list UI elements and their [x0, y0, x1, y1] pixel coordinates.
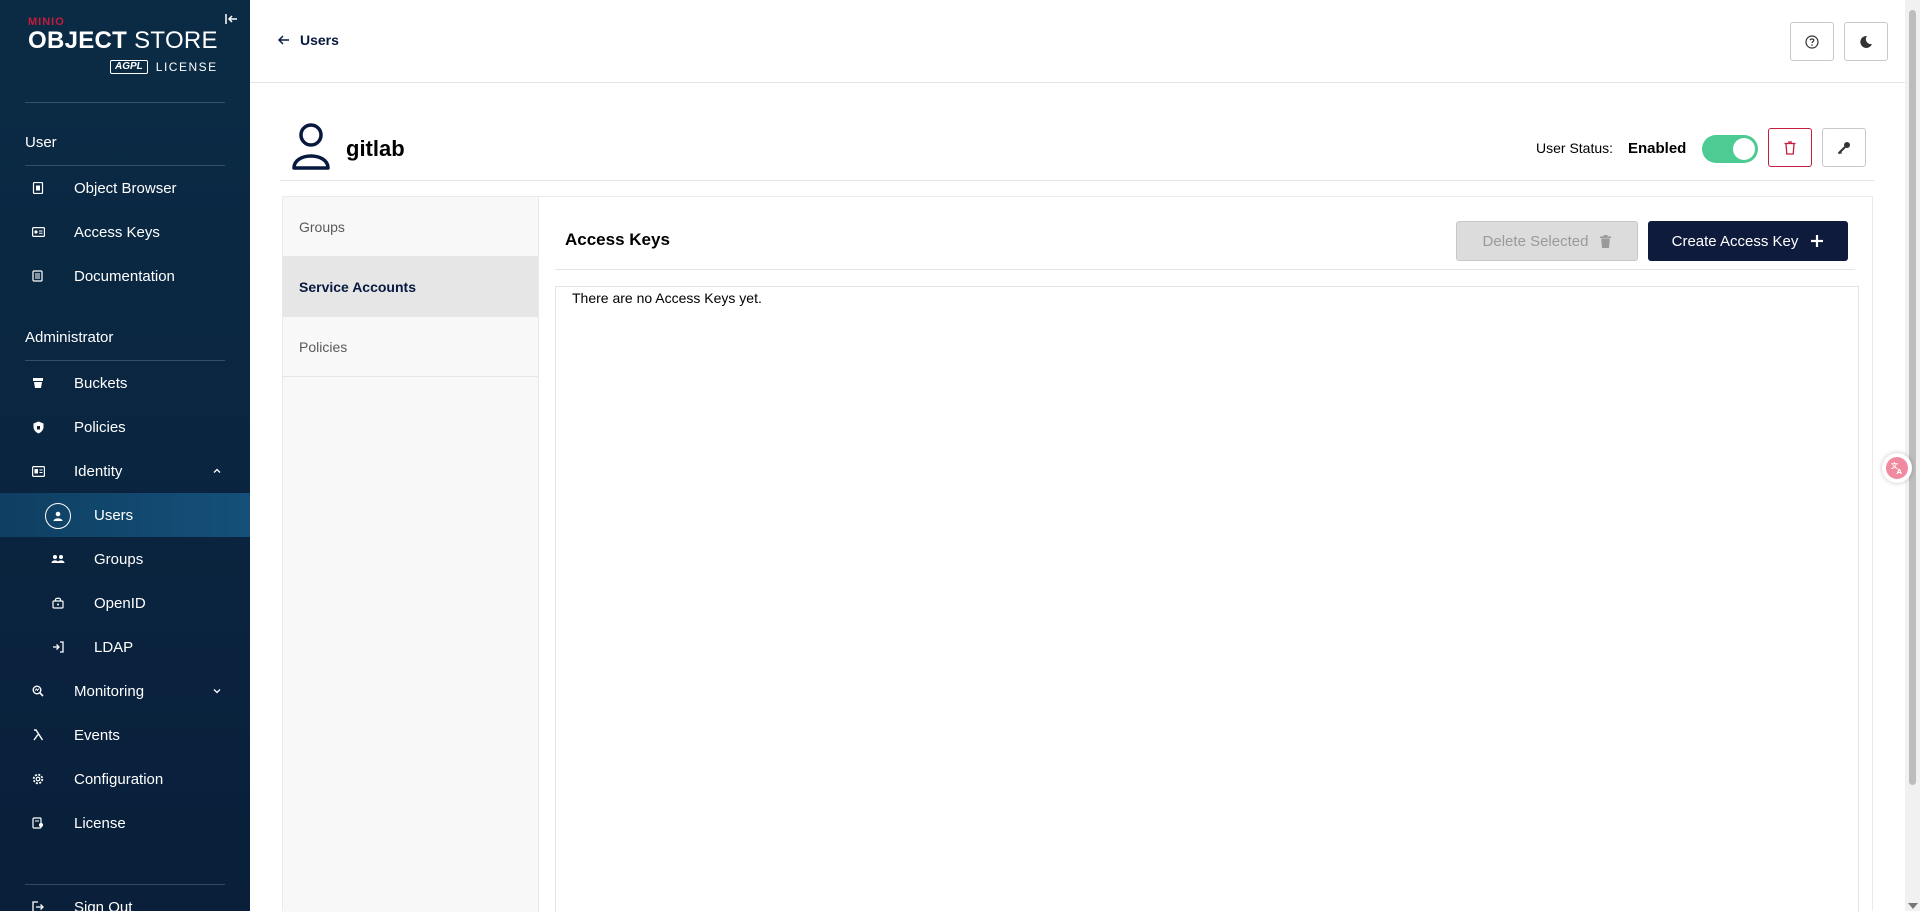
identity-icon	[30, 463, 46, 479]
tab-policies[interactable]: Policies	[283, 317, 538, 377]
sidebar-item-openid[interactable]: OpenID	[0, 581, 250, 625]
sidebar-item-label: Access Keys	[74, 223, 160, 241]
sidebar-item-label: Monitoring	[74, 682, 145, 700]
documentation-icon	[30, 268, 46, 284]
sidebar-item-label: Sign Out	[74, 898, 133, 912]
scroll-down-arrow-icon[interactable]	[1908, 903, 1918, 909]
logo-product-text: OBJECT STORE	[28, 28, 228, 54]
section-title: Access Keys	[565, 230, 670, 249]
sign-out-icon	[30, 899, 46, 911]
section-administrator: Administrator	[25, 329, 114, 346]
user-status-toggle[interactable]	[1702, 135, 1758, 163]
sidebar-item-policies[interactable]: Policies	[0, 405, 250, 449]
scrollbar-thumb[interactable]	[1909, 10, 1916, 785]
user-status-label: User Status:	[1536, 140, 1614, 156]
key-icon	[1837, 141, 1850, 154]
logo-license: AGPL LICENSE	[110, 60, 218, 74]
sidebar-item-configuration[interactable]: Configuration	[0, 757, 250, 801]
logo-agpl: AGPL	[110, 60, 148, 74]
sidebar: MINIO OBJECT STORE AGPL LICENSE User Obj…	[0, 0, 250, 911]
sidebar-item-label: OpenID	[94, 594, 146, 612]
monitoring-icon	[30, 683, 46, 699]
dark-mode-button[interactable]	[1844, 22, 1888, 61]
sidebar-item-label: Groups	[94, 550, 144, 568]
plus-icon	[1811, 235, 1824, 247]
logo-license-text: LICENSE	[155, 60, 218, 74]
vertical-tabs: Groups Service Accounts Policies	[283, 197, 539, 912]
collapse-sidebar-icon[interactable]	[224, 12, 240, 28]
ldap-icon	[50, 639, 66, 655]
sidebar-item-label: LDAP	[94, 638, 134, 656]
sidebar-item-documentation[interactable]: Documentation	[0, 254, 250, 298]
back-label: Users	[300, 32, 339, 48]
sidebar-item-label: Events	[74, 726, 120, 744]
trash-icon	[1784, 140, 1796, 155]
tab-service-accounts[interactable]: Service Accounts	[283, 257, 538, 317]
object-browser-icon	[30, 180, 46, 196]
trash-icon	[1600, 234, 1612, 248]
help-icon	[1805, 34, 1819, 49]
svg-text:A: A	[1897, 468, 1903, 475]
shield-icon	[30, 419, 46, 435]
lambda-icon	[30, 727, 46, 743]
logo-product-bold: OBJECT	[28, 27, 128, 54]
delete-selected-label: Delete Selected	[1482, 232, 1589, 250]
empty-state-message: There are no Access Keys yet.	[572, 290, 762, 306]
user-avatar-icon	[292, 122, 330, 170]
section-divider	[555, 269, 1855, 270]
sidebar-item-label: Object Browser	[74, 179, 177, 197]
user-icon	[45, 503, 71, 529]
sidebar-item-users[interactable]: Users	[0, 493, 250, 537]
sidebar-item-license[interactable]: License	[0, 801, 250, 845]
user-header: gitlab User Status: Enabled	[280, 118, 1874, 181]
gear-icon	[30, 771, 46, 787]
help-button[interactable]	[1790, 22, 1834, 61]
minio-logo: MINIO OBJECT STORE AGPL LICENSE	[28, 16, 228, 80]
sidebar-item-label: Buckets	[74, 374, 128, 392]
delete-user-button[interactable]	[1768, 128, 1812, 167]
section-user: User	[25, 134, 57, 151]
buckets-icon	[30, 375, 46, 391]
moon-icon	[1860, 35, 1872, 48]
create-access-key-button[interactable]: Create Access Key	[1648, 221, 1848, 261]
sidebar-item-object-browser[interactable]: Object Browser	[0, 166, 250, 210]
top-bar: Users	[250, 0, 1920, 83]
chevron-down-icon[interactable]	[212, 686, 222, 696]
tab-groups[interactable]: Groups	[283, 197, 538, 257]
translate-icon: 文A	[1886, 457, 1908, 479]
back-to-users-link[interactable]: Users	[278, 32, 339, 48]
sidebar-item-label: Users	[94, 506, 134, 524]
translate-extension-button[interactable]: 文A	[1882, 453, 1912, 483]
sidebar-item-identity[interactable]: Identity	[0, 449, 250, 493]
sidebar-item-groups[interactable]: Groups	[0, 537, 250, 581]
access-keys-list: There are no Access Keys yet.	[555, 286, 1859, 912]
sidebar-item-monitoring[interactable]: Monitoring	[0, 669, 250, 713]
user-status-value: Enabled	[1628, 140, 1687, 157]
logo-product-thin: STORE	[134, 27, 218, 54]
sidebar-item-label: Identity	[74, 462, 123, 480]
change-password-button[interactable]	[1822, 128, 1866, 167]
sidebar-item-label: Policies	[74, 418, 126, 436]
sidebar-divider	[25, 102, 225, 103]
access-keys-icon	[30, 224, 46, 240]
groups-icon	[50, 551, 66, 567]
sidebar-item-access-keys[interactable]: Access Keys	[0, 210, 250, 254]
openid-icon	[50, 595, 66, 611]
chevron-up-icon[interactable]	[212, 466, 222, 476]
license-icon	[30, 815, 46, 831]
sidebar-item-sign-out[interactable]: Sign Out	[0, 885, 250, 911]
arrow-left-icon	[278, 35, 289, 45]
delete-selected-button[interactable]: Delete Selected	[1456, 221, 1638, 261]
sidebar-item-events[interactable]: Events	[0, 713, 250, 757]
user-details-panel: Groups Service Accounts Policies Access …	[282, 196, 1873, 912]
page-scrollbar[interactable]	[1905, 0, 1920, 911]
sidebar-item-label: Documentation	[74, 267, 175, 285]
sidebar-item-ldap[interactable]: LDAP	[0, 625, 250, 669]
toggle-knob	[1733, 138, 1755, 160]
create-access-key-label: Create Access Key	[1671, 232, 1799, 250]
page-title: gitlab	[346, 136, 405, 161]
sidebar-item-buckets[interactable]: Buckets	[0, 361, 250, 405]
sidebar-item-label: License	[74, 814, 126, 832]
sidebar-item-label: Configuration	[74, 770, 164, 788]
